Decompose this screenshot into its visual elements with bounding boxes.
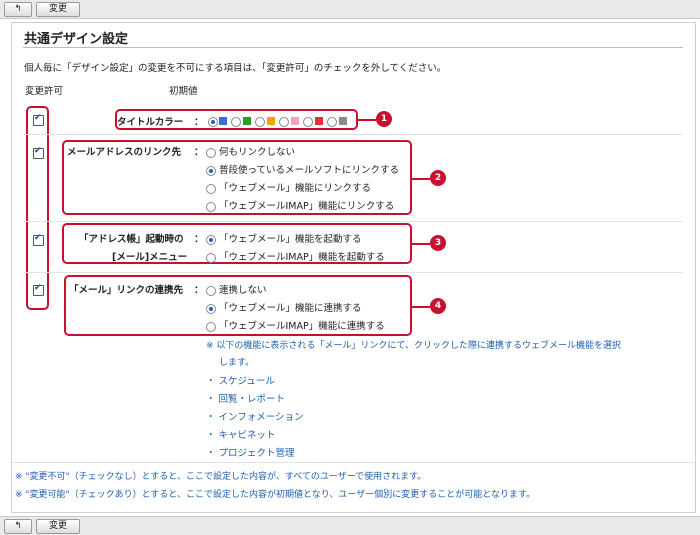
mail-cooperation-option-1: 「ウェブメール」機能に連携する	[219, 303, 362, 314]
mail-cooperation-label: 「メール」リンクの連携先	[69, 285, 184, 296]
footnote-1: ※ "変更不可"（チェックなし）とすると、ここで設定した内容が、すべてのユーザー…	[15, 472, 427, 482]
permission-checkbox-highlight	[26, 106, 49, 310]
title-color-radio-red[interactable]	[303, 117, 313, 127]
address-book-label-line1: 「アドレス帳」起動時の	[79, 234, 184, 245]
badge-connector	[358, 119, 376, 121]
mail-link-radio-3[interactable]	[206, 202, 216, 212]
mail-link-option-1: 普段使っているメールソフトにリンクする	[219, 165, 400, 176]
feature-link-project[interactable]: ・ プロジェクト管理	[206, 445, 295, 459]
mail-cooperation-option-0: 連携しない	[219, 285, 267, 296]
feature-link-schedule[interactable]: ・ スケジュール	[206, 373, 275, 387]
mail-link-option-2: 「ウェブメール」機能にリンクする	[219, 183, 372, 194]
title-color-radio-green[interactable]	[231, 117, 241, 127]
title-color-colon: ：	[194, 117, 204, 128]
row-separator	[23, 221, 683, 222]
title-color-radio-orange[interactable]	[255, 117, 265, 127]
title-color-radio-blue[interactable]	[208, 117, 218, 127]
mail-cooperation-radio-1[interactable]	[206, 304, 216, 314]
title-color-swatch-green	[243, 117, 251, 125]
mail-link-option-3: 「ウェブメールIMAP」機能にリンクする	[219, 201, 395, 212]
top-toolbar: ↰ 変更	[0, 0, 700, 19]
badge-connector	[412, 243, 430, 245]
change-button[interactable]: 変更	[36, 2, 80, 17]
mail-cooperation-radio-2[interactable]	[206, 322, 216, 332]
title-color-label: タイトルカラー	[117, 117, 184, 128]
feature-link-circulation[interactable]: ・ 回覧・レポート	[206, 391, 285, 405]
column-header-permission: 変更許可	[25, 86, 64, 97]
permission-checkbox-title-color[interactable]	[33, 113, 44, 126]
cooperation-note-line2: します。	[219, 358, 255, 368]
address-book-radio-1[interactable]	[206, 253, 216, 263]
change-button-bottom[interactable]: 変更	[36, 519, 80, 534]
title-color-radio-pink[interactable]	[279, 117, 289, 127]
mail-link-radio-1[interactable]	[206, 166, 216, 176]
address-book-colon: ：	[194, 234, 204, 245]
back-button-bottom[interactable]: ↰	[4, 519, 32, 534]
mail-link-label: メールアドレスのリンク先	[67, 147, 182, 158]
callout-badge-2: 2	[430, 170, 446, 186]
row-separator	[23, 272, 683, 273]
mail-link-colon: ：	[194, 147, 204, 158]
callout-badge-1: 1	[376, 111, 392, 127]
mail-link-option-0: 何もリンクしない	[219, 147, 296, 158]
feature-link-information[interactable]: ・ インフォメーション	[206, 409, 304, 423]
mail-link-radio-2[interactable]	[206, 184, 216, 194]
address-book-label-line2: [メール]メニュー	[112, 252, 188, 263]
back-button[interactable]: ↰	[4, 2, 32, 17]
title-color-swatch-blue	[219, 117, 227, 125]
page-title: 共通デザイン設定	[24, 32, 129, 47]
title-color-swatch-red	[315, 117, 323, 125]
column-header-default: 初期値	[169, 86, 198, 97]
badge-connector	[412, 306, 430, 308]
footnote-separator	[12, 462, 695, 463]
permission-checkbox-mail-cooperation[interactable]	[33, 283, 44, 296]
back-arrow-icon: ↰	[14, 521, 22, 531]
title-color-swatch-gray	[339, 117, 347, 125]
settings-panel: 共通デザイン設定 個人毎に「デザイン設定」の変更を不可にする項目は、「変更許可」…	[11, 22, 696, 513]
mail-link-radio-0[interactable]	[206, 148, 216, 158]
mail-cooperation-colon: ：	[194, 285, 204, 296]
permission-checkbox-address-book[interactable]	[33, 233, 44, 246]
back-arrow-icon: ↰	[14, 4, 22, 14]
feature-link-cabinet[interactable]: ・ キャビネット	[206, 427, 276, 441]
footnote-2: ※ "変更可能"（チェックあり）とすると、ここで設定した内容が初期値となり、ユー…	[15, 490, 536, 500]
title-divider	[23, 47, 683, 48]
mail-cooperation-radio-0[interactable]	[206, 286, 216, 296]
badge-connector	[412, 178, 430, 180]
cooperation-note-line1: ※ 以下の機能に表示される「メール」リンクにて、クリックした際に連携するウェブメ…	[206, 341, 621, 351]
address-book-radio-0[interactable]	[206, 235, 216, 245]
bottom-toolbar: ↰ 変更	[0, 516, 700, 535]
address-book-option-0: 「ウェブメール」機能を起動する	[219, 234, 362, 245]
address-book-option-1: 「ウェブメールIMAP」機能を起動する	[219, 252, 385, 263]
row-separator	[23, 134, 683, 135]
mail-cooperation-option-2: 「ウェブメールIMAP」機能に連携する	[219, 321, 385, 332]
title-color-swatch-pink	[291, 117, 299, 125]
permission-checkbox-mail-link[interactable]	[33, 146, 44, 159]
title-color-radio-gray[interactable]	[327, 117, 337, 127]
callout-badge-4: 4	[430, 298, 446, 314]
title-color-swatch-orange	[267, 117, 275, 125]
page-description: 個人毎に「デザイン設定」の変更を不可にする項目は、「変更許可」のチェックを外して…	[24, 63, 447, 74]
callout-badge-3: 3	[430, 235, 446, 251]
